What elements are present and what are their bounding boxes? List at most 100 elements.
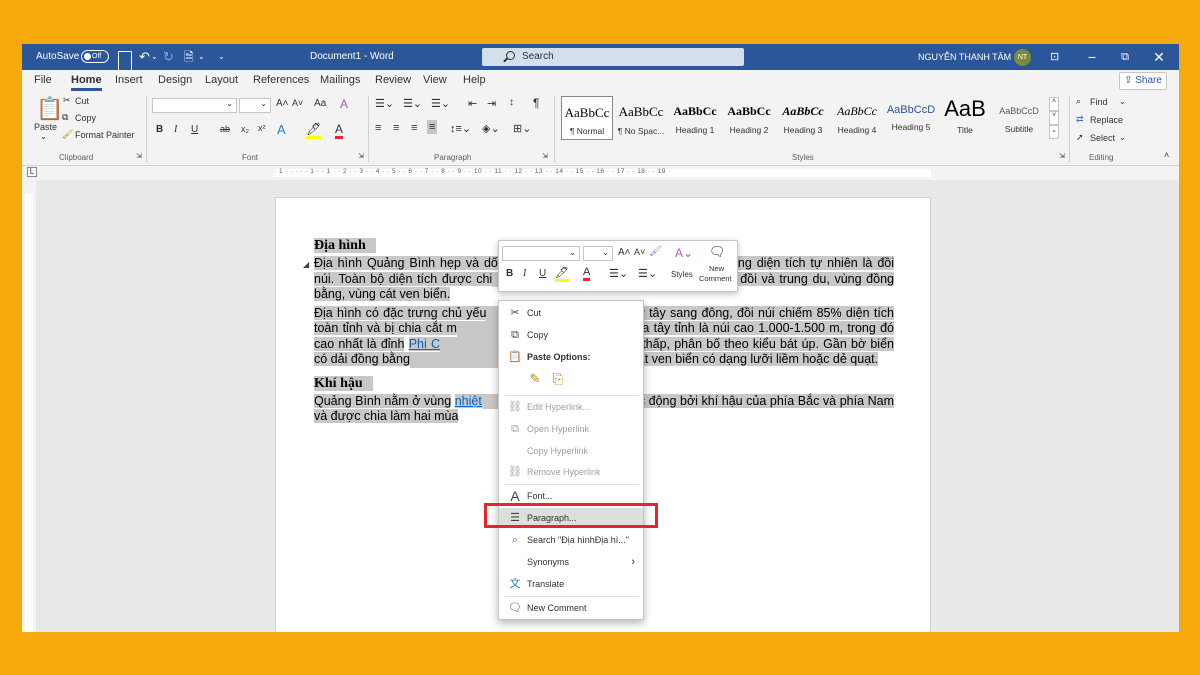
clipboard-launcher-icon[interactable]: ⇲ bbox=[136, 152, 142, 160]
replace-icon[interactable]: ⇄ bbox=[1076, 114, 1084, 125]
mini-new-comment-icon[interactable]: 🗨 bbox=[709, 244, 726, 260]
menu-item-copy[interactable]: ⧉ Copy bbox=[499, 325, 643, 345]
styles-launcher-icon[interactable]: ⇲ bbox=[1059, 152, 1065, 160]
style-heading-3[interactable]: AaBbCc Heading 3 bbox=[777, 96, 829, 140]
grow-font-icon[interactable]: A˄ bbox=[276, 98, 289, 109]
styles-scroll-up[interactable]: ˄ bbox=[1049, 97, 1059, 111]
tab-references[interactable]: References bbox=[253, 74, 309, 86]
tab-help[interactable]: Help bbox=[463, 74, 486, 86]
mini-font-name-combo[interactable]: ⌄ bbox=[502, 246, 580, 261]
style-no-spacing[interactable]: AaBbCc ¶ No Spac... bbox=[615, 96, 667, 140]
decrease-indent-icon[interactable]: ⇤ bbox=[468, 97, 477, 110]
collapse-heading-icon[interactable]: ◢ bbox=[303, 260, 309, 269]
superscript-icon[interactable]: x² bbox=[258, 123, 266, 133]
mini-bold-icon[interactable]: B bbox=[506, 268, 513, 279]
tab-insert[interactable]: Insert bbox=[115, 74, 143, 86]
document-icon[interactable]: 🗎 bbox=[184, 44, 194, 70]
mini-font-size-combo[interactable]: ⌄ bbox=[583, 246, 613, 261]
style-heading-5[interactable]: AaBbCcD Heading 5 bbox=[885, 96, 937, 140]
mini-font-color-icon[interactable]: A bbox=[583, 266, 591, 281]
paragraph-launcher-icon[interactable]: ⇲ bbox=[542, 152, 548, 160]
mini-bullets-icon[interactable]: ☰⌄ bbox=[609, 267, 628, 280]
horizontal-ruler[interactable]: L · 1 · · · · · 1 · · 1 · · 2 · · 3 · · … bbox=[22, 166, 1179, 180]
justify-icon[interactable]: ≡ bbox=[427, 120, 438, 134]
format-painter-label[interactable]: Format Painter bbox=[75, 130, 135, 140]
style-subtitle[interactable]: AaBbCcD Subtitle bbox=[993, 96, 1045, 140]
sort-icon[interactable]: ↕ bbox=[509, 97, 514, 108]
paste-label[interactable]: Paste bbox=[34, 122, 57, 132]
increase-indent-icon[interactable]: ⇥ bbox=[487, 97, 496, 110]
text-effects-icon[interactable]: A bbox=[277, 122, 286, 137]
ribbon-display-icon[interactable]: ⊡ bbox=[1050, 44, 1059, 70]
select-label[interactable]: Select bbox=[1090, 133, 1115, 143]
style-heading-2[interactable]: AaBbCc Heading 2 bbox=[723, 96, 775, 140]
paste-keep-format-icon[interactable]: ✎ bbox=[527, 371, 543, 387]
doc-dropdown-icon[interactable]: ⌄ bbox=[198, 44, 205, 70]
show-marks-icon[interactable]: ¶ bbox=[533, 96, 539, 110]
align-center-icon[interactable]: ≡ bbox=[393, 122, 399, 134]
find-dropdown-icon[interactable]: ⌄ bbox=[1119, 97, 1126, 106]
paste-dropdown-icon[interactable]: ⌄ bbox=[40, 132, 47, 141]
cut-label[interactable]: Cut bbox=[75, 96, 89, 106]
mini-new-comment-label-1[interactable]: New bbox=[709, 264, 724, 273]
share-button[interactable]: ⇪ Share bbox=[1119, 72, 1167, 90]
italic-icon[interactable]: I bbox=[174, 124, 177, 135]
tab-design[interactable]: Design bbox=[158, 74, 192, 86]
font-name-combo[interactable]: ⌄ bbox=[152, 98, 237, 113]
highlight-color-icon[interactable]: 🖊 bbox=[306, 122, 322, 139]
minimize-icon[interactable]: − bbox=[1077, 44, 1107, 70]
mini-underline-icon[interactable]: U bbox=[539, 268, 546, 279]
bullets-icon[interactable]: ☰⌄ bbox=[375, 97, 394, 110]
tab-layout[interactable]: Layout bbox=[205, 74, 238, 86]
mini-numbering-icon[interactable]: ☰⌄ bbox=[638, 267, 657, 280]
bold-icon[interactable]: B bbox=[156, 124, 163, 135]
borders-icon[interactable]: ⊞⌄ bbox=[513, 122, 531, 135]
mini-italic-icon[interactable]: I bbox=[523, 268, 526, 279]
style-heading-4[interactable]: AaBbCc Heading 4 bbox=[831, 96, 883, 140]
tab-home[interactable]: Home bbox=[71, 74, 102, 91]
select-dropdown-icon[interactable]: ⌄ bbox=[1119, 133, 1126, 142]
link-nhiet[interactable]: nhiệt bbox=[454, 393, 482, 408]
numbering-icon[interactable]: ☰⌄ bbox=[403, 97, 422, 110]
tab-file[interactable]: File bbox=[34, 74, 52, 86]
subscript-icon[interactable]: x₂ bbox=[241, 124, 249, 134]
search-input[interactable]: Search bbox=[482, 48, 744, 66]
mini-shrink-font-icon[interactable]: A˅ bbox=[634, 247, 645, 257]
redo-icon[interactable]: ↻ bbox=[163, 44, 174, 70]
find-icon[interactable]: ⌕ bbox=[1076, 96, 1081, 107]
menu-item-new-comment[interactable]: 🗨 New Comment bbox=[499, 598, 643, 618]
change-case-label[interactable]: Aa bbox=[314, 98, 326, 109]
shrink-font-icon[interactable]: A˅ bbox=[292, 98, 303, 108]
menu-item-remove-hyperlink[interactable]: ⛓ Remove Hyperlink bbox=[499, 462, 643, 482]
select-icon[interactable]: ➚ bbox=[1076, 132, 1084, 143]
shading-icon[interactable]: ◈⌄ bbox=[482, 122, 500, 135]
link-phi-c[interactable]: Phi C bbox=[408, 336, 440, 351]
tab-review[interactable]: Review bbox=[375, 74, 411, 86]
align-right-icon[interactable]: ≡ bbox=[411, 122, 417, 134]
menu-item-translate[interactable]: 文 Translate bbox=[499, 574, 643, 594]
menu-item-cut[interactable]: ✂ Cut bbox=[499, 303, 643, 323]
replace-label[interactable]: Replace bbox=[1090, 115, 1123, 125]
font-size-combo[interactable]: ⌄ bbox=[239, 98, 271, 113]
mini-highlight-icon[interactable]: 🖊 bbox=[555, 266, 569, 282]
menu-item-search[interactable]: ⌕ Search "Địa hìnhĐịa hì..." bbox=[499, 530, 643, 550]
styles-scroll-down[interactable]: ˅ bbox=[1049, 111, 1059, 125]
styles-more[interactable]: ⌄ bbox=[1049, 125, 1059, 139]
mini-format-painter-icon[interactable]: 🖌 bbox=[649, 246, 662, 257]
copy-label[interactable]: Copy bbox=[75, 113, 96, 123]
autosave-toggle[interactable]: Off bbox=[81, 50, 109, 63]
mini-styles-label[interactable]: Styles bbox=[671, 270, 693, 279]
restore-icon[interactable]: ⧉ bbox=[1110, 44, 1140, 70]
menu-item-copy-hyperlink[interactable]: Copy Hyperlink bbox=[499, 441, 643, 461]
align-left-icon[interactable]: ≡ bbox=[375, 122, 381, 134]
tab-view[interactable]: View bbox=[423, 74, 447, 86]
mini-styles-icon[interactable]: A⌄ bbox=[675, 246, 693, 260]
vertical-ruler[interactable] bbox=[22, 180, 36, 632]
cut-icon[interactable]: ✂ bbox=[63, 95, 71, 106]
paste-text-only-icon[interactable]: ⎘ bbox=[550, 371, 566, 387]
collapse-ribbon-icon[interactable]: ˄ bbox=[1164, 150, 1169, 160]
mini-grow-font-icon[interactable]: A˄ bbox=[618, 247, 631, 258]
font-color-icon[interactable]: A bbox=[335, 122, 344, 139]
clear-formatting-icon[interactable]: A bbox=[340, 97, 348, 111]
tab-selector-icon[interactable]: L bbox=[27, 167, 37, 177]
